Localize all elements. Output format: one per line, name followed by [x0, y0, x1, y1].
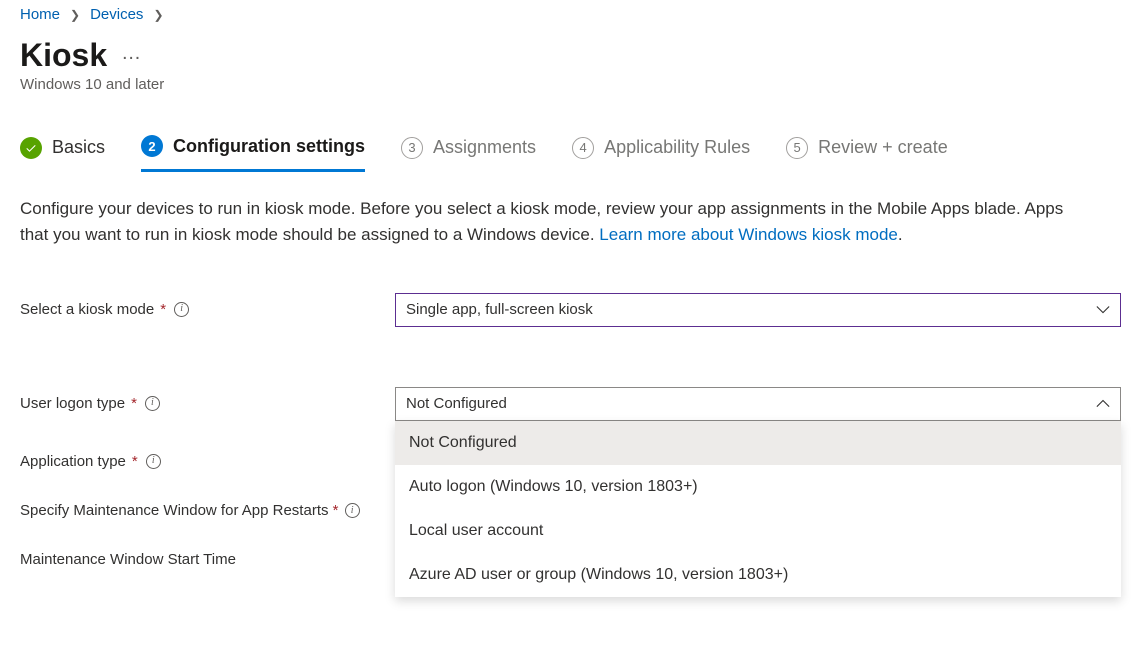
step-basics[interactable]: Basics [20, 137, 105, 171]
description: Configure your devices to run in kiosk m… [20, 196, 1090, 249]
breadcrumb: Home ❯ Devices ❯ [20, 0, 1121, 23]
step-number-icon: 5 [786, 137, 808, 159]
chevron-right-icon: ❯ [70, 8, 80, 22]
required-indicator: * [131, 393, 137, 414]
step-number-icon: 2 [141, 135, 163, 157]
description-text: Configure your devices to run in kiosk m… [20, 199, 1063, 244]
check-icon [20, 137, 42, 159]
field-kiosk-mode: Select a kiosk mode * i Single app, full… [20, 293, 1121, 327]
dropdown-option-auto-logon[interactable]: Auto logon (Windows 10, version 1803+) [395, 465, 1121, 509]
info-icon[interactable]: i [145, 396, 160, 411]
wizard-steps: Basics 2 Configuration settings 3 Assign… [20, 135, 1121, 172]
breadcrumb-devices[interactable]: Devices [90, 6, 143, 23]
field-logon-type: User logon type * i Not Configured Not C… [20, 387, 1121, 421]
required-indicator: * [333, 502, 339, 519]
field-label: Select a kiosk mode * i [20, 293, 395, 320]
chevron-down-icon [1096, 303, 1110, 317]
required-indicator: * [132, 451, 138, 472]
chevron-up-icon [1096, 397, 1110, 411]
field-label: User logon type * i [20, 387, 395, 414]
step-label: Applicability Rules [604, 137, 750, 158]
dropdown-option-local-user[interactable]: Local user account [395, 509, 1121, 553]
field-label: Specify Maintenance Window for App Resta… [20, 494, 395, 521]
kiosk-mode-select[interactable]: Single app, full-screen kiosk [395, 293, 1121, 327]
field-label: Application type * i [20, 445, 395, 472]
info-icon[interactable]: i [174, 302, 189, 317]
step-label: Assignments [433, 137, 536, 158]
step-number-icon: 4 [572, 137, 594, 159]
form: Select a kiosk mode * i Single app, full… [20, 293, 1121, 570]
more-actions-button[interactable]: … [121, 43, 143, 69]
page-title: Kiosk [20, 37, 107, 74]
required-indicator: * [160, 299, 166, 320]
step-number-icon: 3 [401, 137, 423, 159]
field-label: Maintenance Window Start Time [20, 543, 395, 570]
chevron-right-icon: ❯ [153, 8, 163, 22]
info-icon[interactable]: i [146, 454, 161, 469]
page-subtitle: Windows 10 and later [20, 76, 1121, 93]
select-value: Single app, full-screen kiosk [406, 301, 593, 318]
title-row: Kiosk … [20, 37, 1121, 74]
step-label: Configuration settings [173, 136, 365, 157]
step-assignments[interactable]: 3 Assignments [401, 137, 536, 171]
step-label: Review + create [818, 137, 948, 158]
step-review-create[interactable]: 5 Review + create [786, 137, 948, 171]
learn-more-link[interactable]: Learn more about Windows kiosk mode [599, 225, 898, 244]
step-label: Basics [52, 137, 105, 158]
dropdown-option-not-configured[interactable]: Not Configured [395, 421, 1121, 465]
dropdown-option-azure-ad[interactable]: Azure AD user or group (Windows 10, vers… [395, 553, 1121, 597]
select-value: Not Configured [406, 395, 507, 412]
info-icon[interactable]: i [345, 503, 360, 518]
step-configuration-settings[interactable]: 2 Configuration settings [141, 135, 365, 172]
logon-type-select[interactable]: Not Configured Not Configured Auto logon… [395, 387, 1121, 421]
breadcrumb-home[interactable]: Home [20, 6, 60, 23]
logon-type-dropdown: Not Configured Auto logon (Windows 10, v… [395, 421, 1121, 597]
step-applicability-rules[interactable]: 4 Applicability Rules [572, 137, 750, 171]
